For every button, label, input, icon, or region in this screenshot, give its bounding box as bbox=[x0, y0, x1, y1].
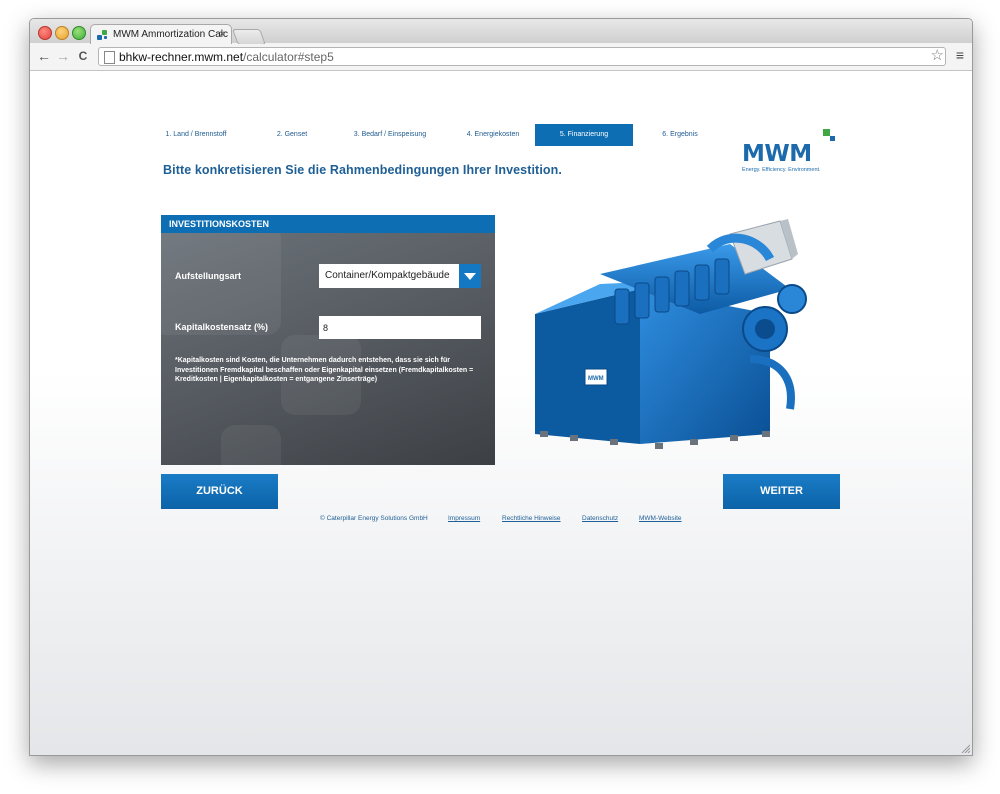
browser-toolbar: ← → C bhkw-rechner.mwm.net/calculator#st… bbox=[30, 44, 972, 71]
maximize-window-button[interactable] bbox=[72, 26, 86, 40]
step-6[interactable]: 6. Ergebnis bbox=[650, 124, 710, 146]
browser-tab[interactable]: MWM Ammortization Calc × bbox=[90, 24, 232, 45]
mwm-favicon-icon bbox=[97, 29, 109, 41]
investment-panel: INVESTITIONSKOSTEN Aufstellungsart Conta… bbox=[161, 215, 495, 465]
address-bar[interactable]: bhkw-rechner.mwm.net/calculator#step5 bbox=[98, 47, 946, 66]
reload-icon[interactable]: C bbox=[75, 49, 91, 63]
browser-window: MWM Ammortization Calc × ← → C bhkw-rech… bbox=[29, 18, 973, 756]
back-icon[interactable]: ← bbox=[36, 48, 52, 64]
panel-decoration bbox=[221, 425, 281, 465]
forward-icon[interactable]: → bbox=[55, 48, 71, 64]
setup-select[interactable]: Container/Kompaktgebäude bbox=[319, 264, 481, 288]
step-5-active[interactable]: 5. Finanzierung bbox=[535, 124, 633, 146]
chevron-down-icon[interactable] bbox=[459, 264, 481, 288]
footer-link-impressum[interactable]: Impressum bbox=[448, 515, 480, 522]
logo-tagline: Energy. Efficiency. Environment. bbox=[742, 167, 821, 173]
page-headline: Bitte konkretisieren Sie die Rahmenbedin… bbox=[163, 163, 562, 177]
footer-link-website[interactable]: MWM-Website bbox=[639, 515, 682, 522]
footer-link-legal[interactable]: Rechtliche Hinweise bbox=[502, 515, 561, 522]
new-tab-button[interactable] bbox=[232, 29, 266, 45]
step-4[interactable]: 4. Energiekosten bbox=[450, 124, 536, 146]
setup-label: Aufstellungsart bbox=[175, 271, 242, 281]
rate-label: Kapitalkostensatz (%) bbox=[175, 322, 269, 332]
tab-title: MWM Ammortization Calc bbox=[113, 29, 229, 40]
url-host: bhkw-rechner.mwm.net bbox=[119, 50, 244, 64]
step-3[interactable]: 3. Bedarf / Einspeisung bbox=[340, 124, 440, 146]
engine-image: MWM bbox=[535, 219, 807, 449]
panel-title: INVESTITIONSKOSTEN bbox=[161, 215, 495, 233]
page-content: 1. Land / Brennstoff 2. Genset 3. Bedarf… bbox=[30, 71, 972, 755]
logo-square-blue bbox=[830, 136, 835, 141]
tab-close-icon[interactable]: × bbox=[219, 25, 225, 45]
resize-grip-icon[interactable] bbox=[960, 743, 970, 753]
capital-cost-note: *Kapitalkosten sind Kosten, die Unterneh… bbox=[175, 357, 474, 383]
step-2[interactable]: 2. Genset bbox=[256, 124, 328, 146]
step-navigation: 1. Land / Brennstoff 2. Genset 3. Bedarf… bbox=[160, 124, 710, 146]
title-bar: MWM Ammortization Calc × bbox=[30, 19, 972, 45]
minimize-window-button[interactable] bbox=[55, 26, 69, 40]
logo-square-green bbox=[823, 129, 830, 136]
rate-input[interactable] bbox=[319, 316, 481, 339]
engine-badge: MWM bbox=[588, 376, 604, 382]
footer-link-privacy[interactable]: Datenschutz bbox=[582, 515, 618, 522]
page-icon bbox=[104, 51, 115, 64]
bookmark-star-icon[interactable]: ☆ bbox=[931, 46, 944, 64]
url-path: /calculator#step5 bbox=[243, 50, 334, 64]
close-window-button[interactable] bbox=[38, 26, 52, 40]
footer-copyright: © Caterpillar Energy Solutions GmbH bbox=[320, 515, 428, 522]
next-button[interactable]: WEITER bbox=[723, 474, 840, 509]
menu-icon[interactable]: ≡ bbox=[956, 47, 964, 63]
step-1[interactable]: 1. Land / Brennstoff bbox=[160, 124, 232, 146]
setup-select-value: Container/Kompaktgebäude bbox=[325, 270, 450, 281]
back-button[interactable]: ZURÜCK bbox=[161, 474, 278, 509]
mwm-logo[interactable]: MWM Energy. Efficiency. Environment. bbox=[742, 129, 842, 179]
logo-text: MWM bbox=[742, 141, 812, 167]
